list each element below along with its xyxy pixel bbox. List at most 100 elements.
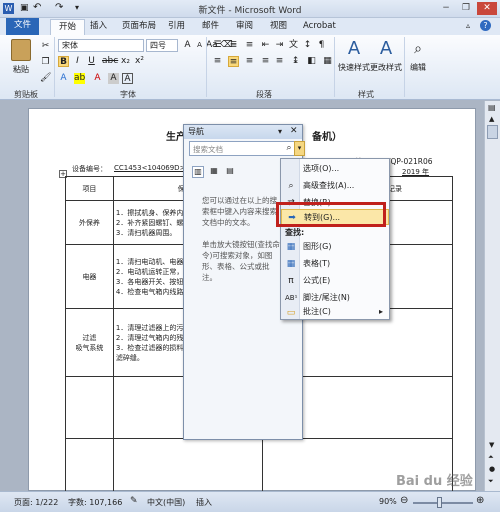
grow-font-icon[interactable]: A [182, 40, 193, 51]
scroll-down-icon[interactable]: ▼ [489, 441, 494, 449]
numbering-icon[interactable]: ≣ [228, 40, 239, 51]
binoculars-icon: ⌕ [414, 41, 422, 57]
nav-hint-text-2: 单击放大镜按钮(查找命令)可搜索对象，如图形、表格、公式或批注。 [202, 240, 280, 282]
sort-icon[interactable]: ↕ [302, 40, 313, 51]
superscript-icon[interactable]: x² [134, 56, 145, 67]
font-group-label: 字体 [120, 90, 136, 99]
baidu-watermark: Bai du 经验 [396, 474, 473, 489]
subscript-icon[interactable]: x₂ [120, 56, 131, 67]
tab-file[interactable]: 文件 [6, 18, 40, 35]
multilevel-list-icon[interactable]: ≡ [244, 40, 255, 51]
shrink-font-icon[interactable]: A [194, 40, 205, 51]
underline-button[interactable]: U [86, 56, 97, 67]
row-item: 过滤 吸气系统 [65, 308, 114, 377]
nav-pane-options-icon[interactable]: ▾ [278, 127, 282, 136]
browse-object-icon[interactable]: ● [489, 465, 495, 473]
align-center-icon[interactable]: ≡ [228, 56, 239, 67]
search-document-input[interactable]: 搜索文档 ⌕ [189, 141, 295, 156]
nav-tab-pages-icon[interactable]: ▦ [208, 166, 220, 178]
menu-item-equations[interactable]: π 公式(E) [281, 273, 389, 289]
chinese-layout-icon[interactable]: 文 [288, 40, 299, 51]
change-styles-button[interactable]: A 更改样式 [368, 38, 404, 73]
tab-acrobat[interactable]: Acrobat [295, 19, 344, 35]
clipboard-group-label: 剪贴板 [14, 90, 38, 99]
status-language[interactable]: 中文(中国) [147, 497, 185, 508]
strikethrough-icon[interactable]: abc [102, 56, 118, 67]
empty-cell[interactable] [65, 376, 114, 439]
vertical-scrollbar[interactable]: ▤ ▲ ▼ ⏶ ● ⏷ [484, 101, 500, 491]
increase-indent-icon[interactable]: ⇥ [274, 40, 285, 51]
status-insert[interactable]: 插入 [196, 497, 212, 508]
status-page[interactable]: 页面: 1/222 [14, 497, 58, 508]
zoom-in-icon[interactable]: ⊕ [476, 495, 484, 506]
zoom-slider[interactable] [413, 502, 473, 504]
tab-page-layout[interactable]: 页面布局 [114, 19, 164, 35]
tab-insert[interactable]: 插入 [82, 19, 115, 35]
advanced-find-icon: ⌕ [288, 181, 294, 191]
align-right-icon[interactable]: ≡ [244, 56, 255, 67]
zoom-slider-thumb[interactable] [437, 497, 442, 508]
shading-icon[interactable]: ◧ [306, 56, 317, 67]
menu-item-footnotes[interactable]: AB¹ 脚注/尾注(N) [281, 290, 389, 306]
menu-item-advanced-find[interactable]: ⌕ 高级查找(A)... [281, 178, 389, 194]
decrease-indent-icon[interactable]: ⇤ [260, 40, 271, 51]
font-size-combo[interactable]: 四号 [146, 39, 178, 52]
tab-home[interactable]: 开始 [50, 19, 86, 35]
highlight-icon[interactable]: ab [74, 73, 85, 84]
scroll-up-icon[interactable]: ▲ [489, 115, 494, 123]
align-left-icon[interactable]: ≡ [212, 56, 223, 67]
char-border-icon[interactable]: A [122, 73, 133, 84]
minimize-ribbon-icon[interactable]: ▵ [466, 21, 470, 30]
options-icon [285, 163, 297, 175]
restore-button[interactable]: ❐ [456, 2, 476, 15]
edit-button[interactable]: ⌕ 编辑 [406, 38, 430, 73]
row-item: 外保养 [65, 200, 114, 245]
bold-button[interactable]: B [58, 56, 69, 67]
nav-tab-results-icon[interactable]: ▤ [224, 166, 236, 178]
paste-button[interactable]: 粘贴 [6, 39, 36, 75]
font-name-combo[interactable]: 宋体 [58, 39, 144, 52]
show-marks-icon[interactable]: ¶ [316, 40, 327, 51]
next-page-icon[interactable]: ⏷ [488, 477, 494, 486]
copy-icon[interactable]: ❐ [40, 57, 51, 68]
tab-mailings[interactable]: 邮件 [194, 19, 227, 35]
search-dropdown-button[interactable]: ▾ [294, 141, 305, 156]
close-button[interactable]: ✕ [477, 2, 497, 15]
italic-button[interactable]: I [72, 56, 83, 67]
ruler-toggle-icon[interactable]: ▤ [488, 103, 496, 112]
menu-item-options[interactable]: 选项(O)... [281, 161, 389, 177]
nav-tab-headings-icon[interactable]: ▥ [192, 166, 204, 178]
highlight-box [276, 202, 386, 227]
footnote-icon: AB¹ [285, 294, 298, 302]
menu-item-tables[interactable]: ▦ 表格(T) [281, 256, 389, 272]
prev-page-icon[interactable]: ⏶ [488, 453, 494, 462]
menu-item-graphics[interactable]: ▦ 图形(G) [281, 239, 389, 255]
borders-icon[interactable]: ▦ [322, 56, 333, 67]
cut-icon[interactable]: ✂ [40, 41, 51, 52]
format-painter-icon[interactable]: 🖌 [40, 73, 51, 84]
line-spacing-icon[interactable]: ↨ [290, 56, 301, 67]
title-bar: W ▣ ↶ ↷ ▾ 新文件 - Microsoft Word − ❐ ✕ [0, 0, 500, 18]
menu-item-comments[interactable]: ▭ 批注(C) ▸ [281, 305, 389, 319]
distribute-icon[interactable]: ≡ [274, 56, 285, 67]
zoom-out-icon[interactable]: ⊖ [400, 495, 408, 506]
scroll-thumb[interactable] [487, 125, 498, 139]
font-color-icon[interactable]: A [92, 73, 103, 84]
minimize-button[interactable]: − [436, 2, 456, 15]
nav-pane-close-icon[interactable]: ✕ [290, 126, 298, 136]
status-words[interactable]: 字数: 107,166 [68, 497, 122, 508]
submenu-arrow-icon: ▸ [378, 307, 383, 316]
ribbon-tabs: 文件 开始 插入 页面布局 引用 邮件 审阅 视图 Acrobat ▵ ? [0, 18, 500, 35]
justify-icon[interactable]: ≡ [260, 56, 271, 67]
text-effects-icon[interactable]: A [58, 73, 69, 84]
tab-review[interactable]: 审阅 [228, 19, 261, 35]
search-placeholder: 搜索文档 [193, 145, 223, 154]
bullets-icon[interactable]: ☰ [212, 40, 223, 51]
tab-view[interactable]: 视图 [262, 19, 295, 35]
status-zoom[interactable]: 90% [379, 497, 397, 506]
tab-references[interactable]: 引用 [160, 19, 193, 35]
header-item: 项目 [65, 176, 114, 201]
char-shading-icon[interactable]: A [108, 73, 119, 84]
proofing-icon[interactable]: ✎ [130, 496, 138, 506]
help-icon[interactable]: ? [480, 20, 491, 31]
